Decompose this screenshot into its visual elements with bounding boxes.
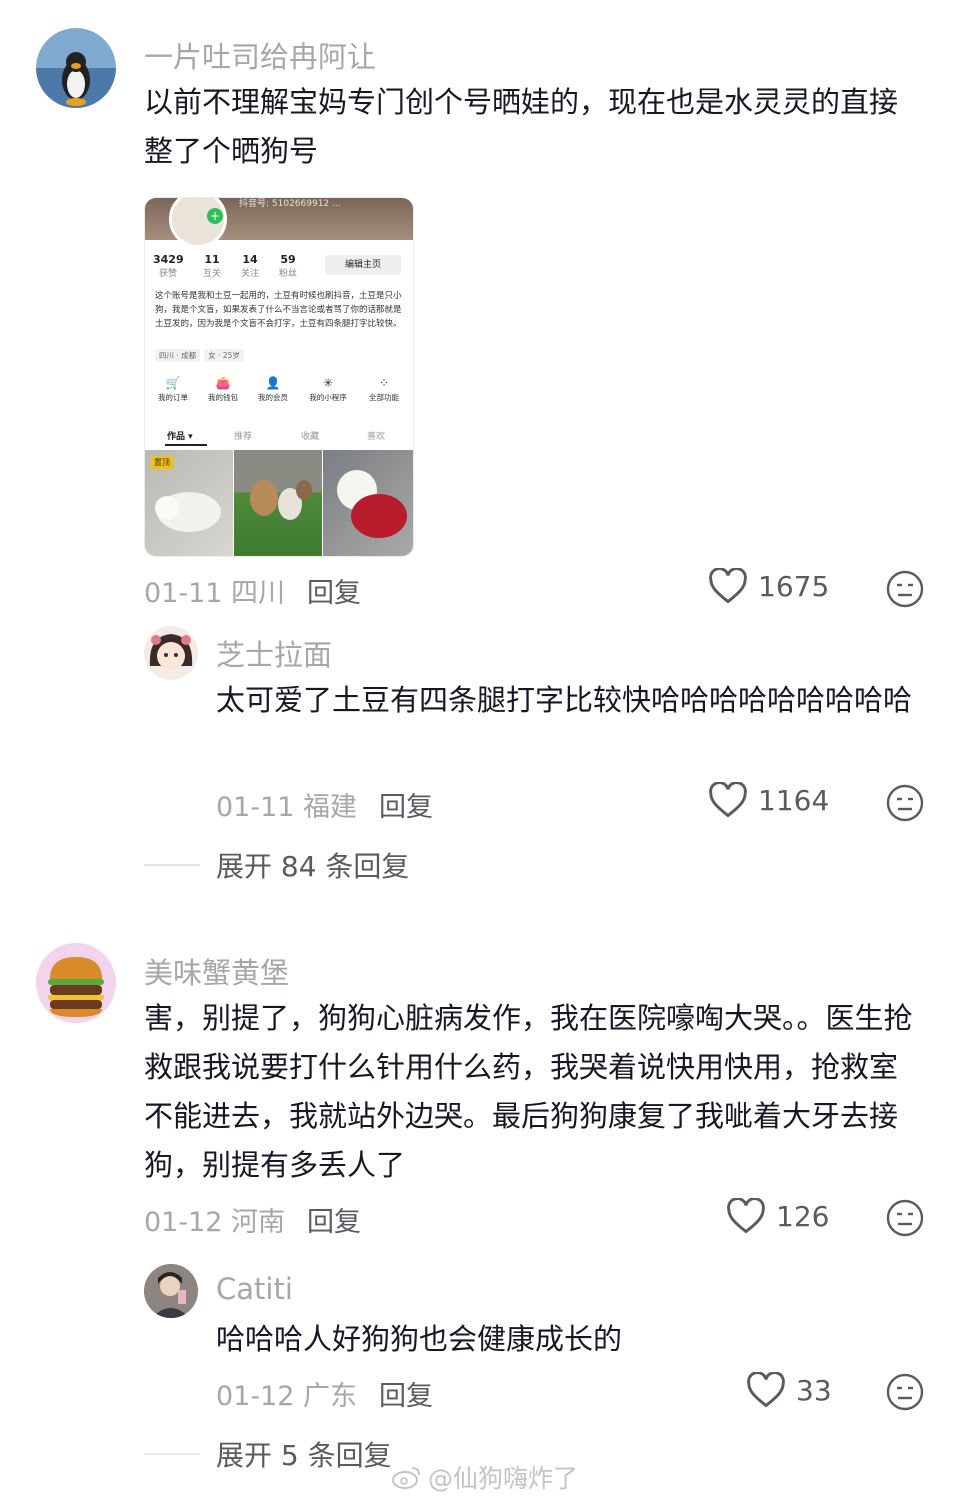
comment-username[interactable]: 美味蟹黄堡 (144, 950, 289, 992)
wallet-icon: 👛 (215, 376, 231, 390)
grid-icon: ⁘ (378, 376, 390, 390)
reply-username[interactable]: Catiti (216, 1272, 293, 1306)
like-button[interactable]: 33 (746, 1372, 832, 1408)
dog-photo (234, 450, 322, 556)
func-wallet: 👛 我的钱包 (201, 376, 245, 403)
tab-underline (165, 444, 207, 446)
member-icon: 👤 (265, 376, 281, 390)
like-count: 1675 (758, 569, 830, 603)
dog-photo: 置顶 (145, 450, 233, 556)
comment-username[interactable]: 一片吐司给冉阿让 (144, 34, 376, 76)
stat-followers: 59 粉丝 (278, 253, 297, 279)
reply-text: 太可爱了土豆有四条腿打字比较快哈哈哈哈哈哈哈哈哈 (216, 683, 913, 717)
heart-icon (727, 1198, 765, 1234)
profile-bio: 这个账号是我和土豆一起用的，土豆有时候也刷抖音，土豆是只小狗，我是个文盲，如果发… (155, 291, 402, 329)
reply-date-location: 01-11 福建 (216, 792, 358, 823)
edit-profile-button: 编辑主页 (325, 255, 401, 275)
profile-tab-works: 作品 ▾ (167, 432, 193, 442)
tag-location: 四川 · 成都 (155, 349, 201, 362)
expand-replies-label: 展开 5 条回复 (216, 1439, 392, 1472)
reply-meta: 01-11 福建 回复 (216, 785, 433, 824)
divider-line (144, 864, 200, 866)
weibo-logo-icon (392, 1467, 420, 1489)
profile-tab-favorites: 收藏 (301, 432, 320, 442)
profile-tab-recommend: 推荐 (234, 432, 253, 442)
plus-icon: + (207, 208, 223, 224)
stat-mutual: 11 互关 (202, 253, 221, 279)
watermark: @仙狗嗨炸了 (392, 1459, 578, 1495)
comment-date-location: 01-12 河南 (144, 1207, 286, 1238)
dislike-face-icon[interactable] (886, 1199, 924, 1237)
reply-username[interactable]: 芝士拉面 (216, 632, 332, 674)
burger-avatar-icon (48, 957, 104, 1017)
reply-text: 哈哈哈人好狗狗也会健康成长的 (216, 1322, 623, 1356)
expand-replies-button[interactable]: 展开 84 条回复 (144, 845, 409, 885)
like-count: 33 (796, 1373, 832, 1407)
func-all: ⁘ 全部功能 (361, 376, 407, 403)
watermark-text: @仙狗嗨炸了 (428, 1464, 579, 1493)
miniapp-icon: ✳ (322, 376, 334, 390)
attached-image[interactable]: + 抖音号: 5102669912 ... 3429 获赞 11 互关 14 关注 5… (144, 197, 414, 557)
reply-button[interactable]: 回复 (379, 1381, 433, 1412)
comment-date-location: 01-11 四川 (144, 578, 286, 609)
like-button[interactable]: 126 (726, 1198, 829, 1234)
comment-meta: 01-12 河南 回复 (144, 1200, 361, 1239)
like-count: 1164 (758, 783, 830, 817)
comment-text: 以前不理解宝妈专门创个号晒娃的，现在也是水灵灵的直接整了个晒狗号 (144, 85, 899, 168)
dislike-face-icon[interactable] (886, 570, 924, 608)
avatar[interactable] (36, 28, 116, 108)
dislike-face-icon[interactable] (886, 784, 924, 822)
heart-icon (709, 568, 747, 604)
person-avatar-icon (144, 1264, 198, 1318)
tag-gender-age: 女 · 25岁 (204, 349, 244, 362)
profile-header: + 抖音号: 5102669912 ... (145, 198, 413, 248)
like-button[interactable]: 1675 (708, 568, 829, 604)
profile-tab-likes: 喜欢 (367, 432, 386, 442)
divider-line (144, 1453, 200, 1455)
heart-icon (709, 782, 747, 818)
heart-icon (747, 1372, 785, 1408)
expand-replies-label: 展开 84 条回复 (216, 850, 410, 883)
avatar[interactable] (144, 1264, 198, 1318)
dog-icon (337, 470, 407, 538)
avatar[interactable] (36, 943, 116, 1023)
comment-meta: 01-11 四川 回复 (144, 571, 361, 610)
like-count: 126 (776, 1199, 830, 1233)
reply-button[interactable]: 回复 (307, 1207, 361, 1238)
like-button[interactable]: 1164 (708, 782, 829, 818)
expand-replies-button[interactable]: 展开 5 条回复 (144, 1434, 392, 1474)
anime-girl-avatar-icon (149, 634, 193, 670)
func-miniapp: ✳ 我的小程序 (301, 376, 355, 403)
stat-following: 14 关注 (240, 253, 259, 279)
dog-photo (323, 450, 413, 556)
penguin-avatar-icon (36, 28, 116, 108)
func-orders: 🛒 我的订单 (151, 376, 195, 403)
cart-icon: 🛒 (165, 376, 181, 390)
pinned-badge: 置顶 (151, 456, 173, 469)
reply-meta: 01-12 广东 回复 (216, 1374, 433, 1413)
func-member: 👤 我的会员 (251, 376, 295, 403)
profile-tags: 四川 · 成都 女 · 25岁 (155, 349, 244, 362)
dogs-icon (250, 480, 312, 520)
avatar[interactable] (144, 626, 198, 680)
dislike-face-icon[interactable] (886, 1373, 924, 1411)
comment-text: 害，别提了，狗狗心脏病发作，我在医院嚎啕大哭。。医生抢救跟我说要打什么针用什么药… (144, 1001, 913, 1182)
reply-button[interactable]: 回复 (379, 792, 433, 823)
profile-uid: 抖音号: 5102669912 ... (239, 199, 341, 209)
reply-date-location: 01-12 广东 (216, 1381, 358, 1412)
stat-likes: 3429 获赞 (153, 253, 184, 279)
reply-button[interactable]: 回复 (307, 578, 361, 609)
